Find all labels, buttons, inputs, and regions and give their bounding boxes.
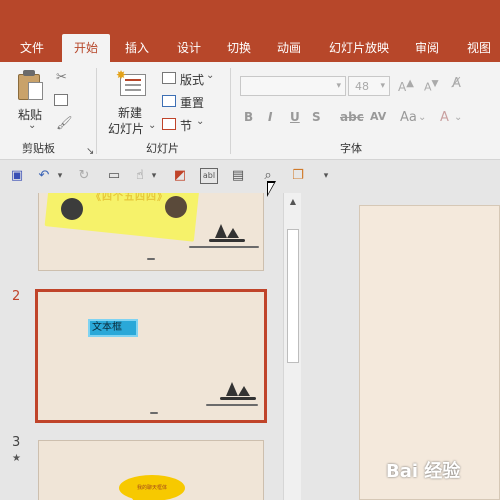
- shadow-button[interactable]: S: [312, 110, 321, 124]
- ink-wave: [206, 404, 258, 406]
- section-icon[interactable]: [162, 118, 176, 130]
- font-size-combo[interactable]: 48 ▾: [348, 76, 390, 96]
- cartoon-boy-icon: [61, 198, 83, 220]
- slide-thumbnail-2[interactable]: 文本框: [35, 289, 267, 423]
- paste-dropdown-icon[interactable]: ⌄: [28, 120, 36, 131]
- divider: [230, 68, 231, 154]
- tab-file[interactable]: 文件: [8, 34, 56, 62]
- clear-format-icon[interactable]: A̸: [452, 76, 461, 91]
- chevron-down-icon: ▾: [380, 81, 385, 91]
- chat-bubble-shape: 我的聊天框体: [119, 475, 185, 500]
- slide-thumbnail-1[interactable]: 《四个五四四》: [38, 193, 264, 271]
- boat-icon: [207, 222, 247, 244]
- reset-button[interactable]: 重置: [180, 94, 204, 111]
- font-name-combo[interactable]: ▾: [240, 76, 346, 96]
- strikethrough-icon[interactable]: abc: [340, 110, 364, 124]
- font-size-value: 48: [355, 80, 369, 93]
- slide-number-3: 3: [12, 435, 21, 450]
- slide-editor-area: [301, 193, 500, 500]
- current-slide-canvas[interactable]: [359, 205, 500, 500]
- font-color-icon[interactable]: A: [440, 110, 449, 125]
- scroll-up-arrow-icon[interactable]: ▲: [287, 196, 299, 208]
- ink-wave: [189, 246, 259, 248]
- slide-thumbnails-panel: 《四个五四四》 2 文本框 3 ★ 我的聊天框体: [0, 193, 283, 500]
- redo-icon[interactable]: ↻: [76, 168, 92, 184]
- page-mark: [147, 258, 155, 260]
- section-dropdown-icon[interactable]: ⌄: [196, 116, 204, 127]
- layout-icon[interactable]: [162, 72, 176, 84]
- underline-button[interactable]: U: [290, 110, 300, 124]
- ribbon-home: 粘贴 ⌄ ✂ 🖌 剪贴板 ↘ ✸ 新建 幻灯片 ⌄ 版式 ⌄ 重置 节 ⌄ 幻灯…: [0, 62, 500, 160]
- new-slide-label-1[interactable]: 新建: [118, 104, 142, 121]
- scrollbar-thumb[interactable]: [287, 229, 299, 363]
- customize-toolbar-icon[interactable]: ▾: [318, 168, 334, 184]
- textbox-icon[interactable]: abl: [200, 168, 218, 184]
- compare-icon[interactable]: ❐: [290, 168, 306, 184]
- page-mark: [150, 412, 158, 414]
- slide-number-2: 2: [12, 289, 21, 304]
- new-slide-icon[interactable]: ✸: [116, 69, 146, 98]
- slideshow-icon[interactable]: ▭: [106, 168, 122, 184]
- grow-font-icon[interactable]: A▲: [398, 78, 414, 94]
- tab-transitions[interactable]: 切换: [218, 34, 260, 62]
- chevron-down-icon: ▾: [336, 81, 341, 91]
- char-spacing-button[interactable]: AV: [370, 110, 386, 123]
- mouse-cursor-fill: [268, 183, 274, 194]
- clipboard-launcher-icon[interactable]: ↘: [86, 146, 94, 157]
- save-icon[interactable]: ▣: [9, 168, 25, 184]
- thumbnail-scrollbar[interactable]: ▲: [283, 193, 301, 500]
- animation-star-icon: ★: [12, 453, 21, 464]
- new-slide-dropdown-icon[interactable]: ⌄: [148, 120, 156, 131]
- quick-access-toolbar: ▣ ↶ ▾ ↻ ▭ ☝ ▾ ◩ abl ▤ ⌕ ❐ ▾: [0, 161, 500, 193]
- shapes-icon[interactable]: ◩: [172, 168, 188, 184]
- baidu-watermark: Bai 经验: [386, 461, 461, 482]
- undo-icon[interactable]: ↶: [36, 168, 52, 184]
- tab-home[interactable]: 开始: [62, 34, 110, 62]
- format-painter-icon[interactable]: 🖌: [56, 116, 73, 131]
- change-case-button[interactable]: Aa: [400, 110, 417, 125]
- tab-view[interactable]: 视图: [458, 34, 500, 62]
- new-slide-label-2[interactable]: 幻灯片: [108, 120, 144, 137]
- tab-slideshow[interactable]: 幻灯片放映: [322, 34, 396, 62]
- cut-icon[interactable]: ✂: [56, 70, 67, 85]
- bold-button[interactable]: B: [244, 110, 253, 124]
- undo-dropdown-icon[interactable]: ▾: [52, 168, 68, 184]
- title-bar: [0, 0, 500, 34]
- cartoon-boy-icon: [165, 196, 187, 218]
- touch-dropdown-icon[interactable]: ▾: [146, 168, 162, 184]
- clipboard-group-label: 剪贴板: [22, 142, 55, 155]
- reset-icon[interactable]: [162, 95, 176, 107]
- boat-icon: [218, 380, 258, 402]
- case-dropdown-icon[interactable]: ⌄: [418, 112, 426, 123]
- tab-insert[interactable]: 插入: [116, 34, 158, 62]
- slides-group-label: 幻灯片: [146, 142, 179, 155]
- form-icon[interactable]: ▤: [230, 168, 246, 184]
- divider: [96, 68, 97, 154]
- copy-icon[interactable]: [54, 94, 68, 106]
- slide-thumbnail-3[interactable]: 我的聊天框体: [38, 440, 264, 500]
- layout-button[interactable]: 版式: [180, 71, 204, 88]
- slide2-textbox[interactable]: 文本框: [88, 319, 138, 337]
- layout-dropdown-icon[interactable]: ⌄: [206, 70, 214, 81]
- tab-review[interactable]: 审阅: [406, 34, 448, 62]
- tab-design[interactable]: 设计: [168, 34, 210, 62]
- slide1-banner-text: 《四个五四四》: [91, 193, 168, 203]
- ribbon-tabs: 文件 开始 插入 设计 切换 动画 幻灯片放映 审阅 视图: [0, 34, 500, 62]
- section-button[interactable]: 节: [180, 117, 192, 134]
- shrink-font-icon[interactable]: A▼: [424, 78, 439, 94]
- italic-button[interactable]: I: [268, 110, 272, 124]
- paste-icon[interactable]: [16, 70, 44, 100]
- font-group-label: 字体: [340, 142, 362, 155]
- tab-animations[interactable]: 动画: [268, 34, 310, 62]
- font-color-dropdown-icon[interactable]: ⌄: [454, 112, 462, 123]
